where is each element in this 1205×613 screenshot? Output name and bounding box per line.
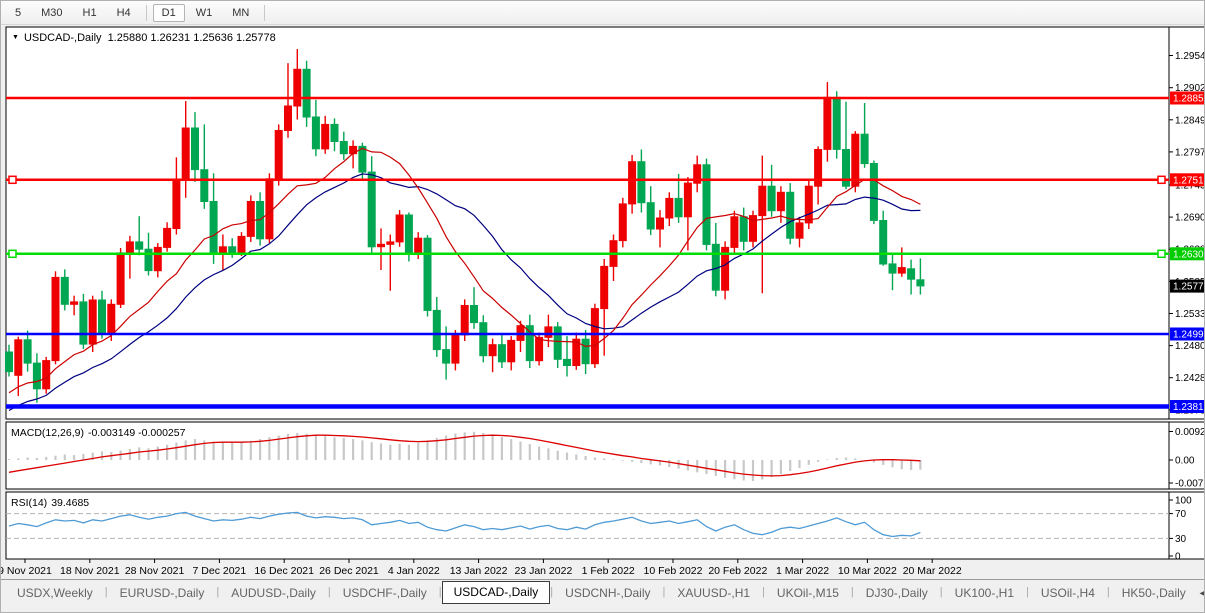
- svg-text:1.28851: 1.28851: [1173, 94, 1205, 105]
- tab-xauusd-h1[interactable]: XAUUSD-,H1: [665, 582, 762, 605]
- tab-usdcad-daily[interactable]: USDCAD-,Daily: [442, 581, 551, 604]
- chart-title: ▼ USDCAD-,Daily 1.25880 1.26231 1.25636 1.…: [12, 32, 276, 44]
- svg-text:1.26306: 1.26306: [1173, 249, 1205, 260]
- chart-tab-bar: USDX,Weekly|EURUSD-,Daily|AUDUSD-,Daily|…: [1, 579, 1204, 613]
- svg-text:1.24995: 1.24995: [1173, 330, 1205, 341]
- tab-usdcnh-daily[interactable]: USDCNH-,Daily: [553, 582, 662, 605]
- toolbar-separator: [146, 5, 147, 21]
- svg-text:1.23810: 1.23810: [1173, 402, 1205, 413]
- svg-text:10 Feb 2022: 10 Feb 2022: [644, 565, 703, 577]
- rsi-indicator-label: RSI(14) 39.4685: [11, 497, 89, 509]
- hline-handle-right[interactable]: [1158, 250, 1165, 257]
- svg-text:10 Mar 2022: 10 Mar 2022: [838, 565, 897, 577]
- timeframe-button-5[interactable]: 5: [6, 4, 30, 22]
- tab-dj30-daily[interactable]: DJ30-,Daily: [854, 582, 940, 605]
- hline-handle-left[interactable]: [9, 250, 16, 257]
- svg-text:1.24280: 1.24280: [1175, 373, 1205, 384]
- tab-hk50-daily[interactable]: HK50-,Daily: [1110, 582, 1198, 605]
- trading-platform-window: 5M30H1H4D1W1MN 1.295451.290201.284951.27…: [0, 0, 1205, 613]
- svg-text:1 Feb 2022: 1 Feb 2022: [582, 565, 635, 577]
- svg-text:7 Dec 2021: 7 Dec 2021: [193, 565, 247, 577]
- svg-text:20 Mar 2022: 20 Mar 2022: [903, 565, 962, 577]
- rsi-name: RSI(14): [11, 497, 47, 509]
- macd-name: MACD(12,26,9): [11, 427, 84, 439]
- svg-text:1.27515: 1.27515: [1173, 175, 1205, 186]
- svg-text:1.28495: 1.28495: [1175, 115, 1205, 126]
- svg-text:1.26905: 1.26905: [1175, 213, 1205, 224]
- svg-text:28 Nov 2021: 28 Nov 2021: [125, 565, 185, 577]
- svg-text:1.24805: 1.24805: [1175, 341, 1205, 352]
- svg-text:20 Feb 2022: 20 Feb 2022: [708, 565, 767, 577]
- svg-text:30: 30: [1175, 534, 1187, 545]
- tab-eurusd-daily[interactable]: EURUSD-,Daily: [108, 582, 217, 605]
- hline-handle-right[interactable]: [1158, 176, 1165, 183]
- svg-text:4 Jan 2022: 4 Jan 2022: [388, 565, 440, 577]
- macd-values: -0.003149 -0.000257: [88, 427, 186, 439]
- rsi-values: 39.4685: [51, 497, 89, 509]
- tab-audusd-daily[interactable]: AUDUSD-,Daily: [219, 582, 328, 605]
- tab-usdx-weekly[interactable]: USDX,Weekly: [5, 582, 105, 605]
- svg-text:1.25330: 1.25330: [1175, 309, 1205, 320]
- svg-text:13 Jan 2022: 13 Jan 2022: [450, 565, 508, 577]
- timeframe-button-M30[interactable]: M30: [32, 4, 71, 22]
- tab-scroll-arrows: ◄►: [1198, 582, 1205, 598]
- svg-text:1.27970: 1.27970: [1175, 147, 1205, 158]
- chart-symbol-period: USDCAD-,Daily: [24, 32, 102, 44]
- timeframe-button-W1[interactable]: W1: [187, 4, 222, 22]
- timeframe-button-MN[interactable]: MN: [223, 4, 258, 22]
- svg-text:23 Jan 2022: 23 Jan 2022: [514, 565, 572, 577]
- hline-handle-left[interactable]: [9, 176, 16, 183]
- timeframe-button-D1[interactable]: D1: [153, 4, 185, 22]
- svg-text:26 Dec 2021: 26 Dec 2021: [319, 565, 379, 577]
- chart-canvas[interactable]: 1.295451.290201.284951.279701.274301.269…: [1, 25, 1205, 579]
- tab-uk100-h1[interactable]: UK100-,H1: [943, 582, 1026, 605]
- tab-usdchf-daily[interactable]: USDCHF-,Daily: [331, 582, 439, 605]
- svg-text:1 Mar 2022: 1 Mar 2022: [776, 565, 829, 577]
- toolbar-separator: [264, 5, 265, 21]
- svg-text:70: 70: [1175, 509, 1187, 520]
- svg-text:1.25778: 1.25778: [1173, 282, 1205, 293]
- svg-text:18 Nov 2021: 18 Nov 2021: [60, 565, 120, 577]
- symbol-dropdown-icon[interactable]: ▼: [12, 34, 19, 41]
- macd-indicator-label: MACD(12,26,9) -0.003149 -0.000257: [11, 427, 185, 439]
- chart-ohlc-values: 1.25880 1.26231 1.25636 1.25778: [108, 32, 276, 44]
- svg-text:1.29545: 1.29545: [1175, 51, 1205, 62]
- svg-text:-0.00750: -0.00750: [1175, 479, 1205, 490]
- timeframe-button-H1[interactable]: H1: [74, 4, 106, 22]
- svg-text:9 Nov 2021: 9 Nov 2021: [1, 565, 52, 577]
- tab-scroll-left-icon[interactable]: ◄: [1198, 588, 1205, 598]
- svg-text:0.00: 0.00: [1175, 456, 1195, 467]
- tab-usoil-h4[interactable]: USOil-,H4: [1029, 582, 1107, 605]
- svg-text:16 Dec 2021: 16 Dec 2021: [254, 565, 314, 577]
- svg-text:0: 0: [1175, 552, 1181, 563]
- timeframe-toolbar: 5M30H1H4 D1W1MN: [1, 1, 1204, 25]
- timeframe-button-H4[interactable]: H4: [108, 4, 140, 22]
- tab-ukoil-m15[interactable]: UKOil-,M15: [765, 582, 851, 605]
- svg-text:100: 100: [1175, 496, 1192, 507]
- svg-text:0.009278: 0.009278: [1175, 427, 1205, 438]
